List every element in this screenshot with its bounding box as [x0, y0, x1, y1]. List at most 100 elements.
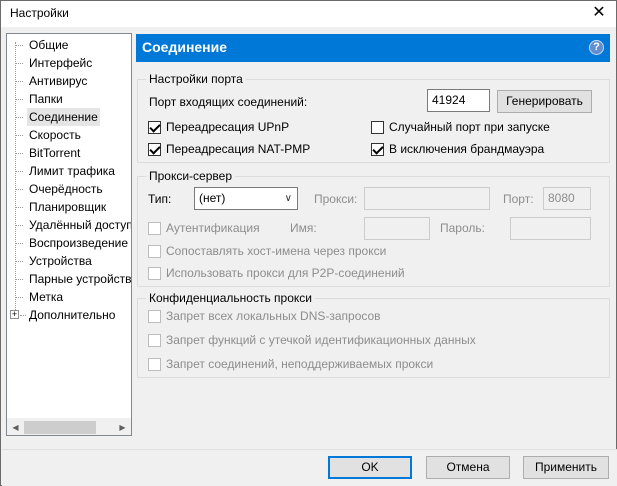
upnp-label: Переадресация UPnP	[166, 120, 290, 134]
resolve-hostnames-label: Сопоставлять хост-имена через прокси	[166, 244, 387, 258]
random-port-label: Случайный порт при запуске	[389, 120, 550, 134]
proxy-username-input[interactable]	[364, 217, 430, 240]
incoming-port-input[interactable]: 41924	[427, 89, 490, 112]
window-title: Настройки	[10, 6, 69, 20]
section-header: Соединение ?	[136, 34, 610, 62]
tree-connector	[15, 42, 16, 316]
checkbox-unchecked-icon	[148, 310, 161, 323]
proxy-username-label: Имя:	[290, 221, 317, 235]
proxy-p2p-checkbox[interactable]: Использовать прокси для P2P-соединений	[148, 266, 405, 282]
checkbox-unchecked-icon	[148, 334, 161, 347]
block-leak-checkbox[interactable]: Запрет функций с утечкой идентификационн…	[148, 333, 476, 349]
sidebar-item-label: Антивирус	[29, 74, 88, 88]
sidebar-item-label: Метка	[29, 290, 64, 304]
ok-button[interactable]: OK	[328, 456, 412, 479]
sidebar-item-label: Интерфейс	[29, 56, 93, 70]
block-dns-label: Запрет всех локальных DNS-запросов	[166, 309, 381, 323]
tree-connector	[15, 297, 23, 298]
sidebar-item-label: Парные устройства	[29, 272, 132, 286]
tree-connector	[20, 315, 26, 316]
scroll-right-icon[interactable]: ▶	[114, 419, 131, 435]
page-title: Соединение	[142, 39, 228, 55]
firewall-checkbox[interactable]: В исключения брандмауэра	[371, 142, 544, 158]
sidebar-item-label: Очерёдность	[29, 182, 103, 196]
block-dns-checkbox[interactable]: Запрет всех локальных DNS-запросов	[148, 309, 381, 325]
horizontal-scrollbar[interactable]: ◀ ▶	[7, 418, 131, 435]
settings-tree[interactable]: Общие Интерфейс Антивирус Папки Соединение Ск…	[6, 33, 132, 436]
settings-window: Настройки ✕ Общие Интерфейс Антивирус Папки…	[0, 0, 617, 486]
checkbox-unchecked-icon	[371, 121, 384, 134]
auth-checkbox[interactable]: Аутентификация	[148, 221, 260, 237]
tree-connector	[15, 153, 23, 154]
scroll-thumb[interactable]	[24, 421, 96, 434]
proxy-port-label: Порт:	[503, 192, 534, 206]
title-bar: Настройки ✕	[1, 1, 616, 27]
checkbox-checked-icon	[148, 143, 161, 156]
block-unsupported-checkbox[interactable]: Запрет соединений, неподдерживаемых прок…	[148, 357, 433, 373]
sidebar-item-label: Устройства	[29, 254, 92, 268]
random-port-checkbox[interactable]: Случайный порт при запуске	[371, 120, 550, 136]
checkbox-checked-icon	[148, 121, 161, 134]
tree-connector	[15, 189, 23, 190]
proxy-type-label: Тип:	[148, 192, 172, 206]
sidebar-item-label: Удалённый доступ	[29, 218, 132, 232]
auth-label: Аутентификация	[166, 221, 260, 235]
tree-connector	[15, 279, 23, 280]
proxy-host-label: Прокси:	[314, 192, 358, 206]
cancel-button[interactable]: Отмена	[426, 456, 510, 479]
sidebar-item-label: BitTorrent	[29, 146, 81, 160]
sidebar-item-label: Воспроизведение	[29, 236, 129, 250]
proxy-privacy-group: Конфиденциальность прокси Запрет всех ло…	[137, 291, 610, 378]
firewall-label: В исключения брандмауэра	[389, 142, 545, 156]
sidebar-item-label: Общие	[29, 38, 69, 52]
scroll-left-icon[interactable]: ◀	[7, 419, 24, 435]
group-title-privacy: Конфиденциальность прокси	[146, 291, 315, 305]
block-leak-label: Запрет функций с утечкой идентификационн…	[166, 333, 476, 347]
natpmp-label: Переадресация NAT-PMP	[166, 142, 311, 156]
tree-connector	[15, 63, 23, 64]
checkbox-unchecked-icon	[148, 358, 161, 371]
tree-connector	[15, 135, 23, 136]
sidebar-item-label: Планировщик	[29, 200, 107, 214]
sidebar-item-label: Лимит трафика	[29, 164, 115, 178]
sidebar-item-label: Папки	[29, 92, 63, 106]
upnp-checkbox[interactable]: Переадресация UPnP	[148, 120, 289, 136]
tree-connector	[15, 81, 23, 82]
incoming-port-label: Порт входящих соединений:	[149, 95, 308, 109]
natpmp-checkbox[interactable]: Переадресация NAT-PMP	[148, 142, 310, 158]
group-title-proxy: Прокси-сервер	[146, 169, 235, 183]
proxy-port-input[interactable]: 8080	[543, 187, 591, 210]
chevron-down-icon: ∨	[284, 193, 292, 204]
resolve-hostnames-checkbox[interactable]: Сопоставлять хост-имена через прокси	[148, 244, 386, 260]
proxy-host-input[interactable]	[364, 187, 490, 210]
checkbox-unchecked-icon	[148, 267, 161, 280]
help-icon[interactable]: ?	[589, 40, 604, 55]
proxy-type-value: (нет)	[199, 191, 226, 205]
sidebar-item-label: Дополнительно	[29, 308, 116, 322]
checkbox-unchecked-icon	[148, 245, 161, 258]
close-icon[interactable]: ✕	[582, 1, 616, 27]
sidebar-item-label: Скорость	[29, 128, 81, 142]
tree-connector	[15, 99, 23, 100]
proxy-group: Прокси-сервер Тип: (нет) ∨ Прокси: Порт:…	[137, 169, 610, 287]
proxy-p2p-label: Использовать прокси для P2P-соединений	[166, 266, 405, 280]
tree-connector	[15, 261, 23, 262]
tree-connector	[15, 45, 23, 46]
tree-connector	[15, 117, 23, 118]
apply-button[interactable]: Применить	[523, 456, 609, 479]
tree-connector	[15, 225, 23, 226]
proxy-password-label: Пароль:	[440, 221, 485, 235]
checkbox-checked-icon	[371, 143, 384, 156]
group-title-port: Настройки порта	[146, 72, 246, 86]
sidebar-item-label: Соединение	[27, 108, 100, 126]
proxy-password-input[interactable]	[510, 217, 591, 240]
generate-button[interactable]: Генерировать	[497, 90, 592, 113]
tree-connector	[15, 171, 23, 172]
port-settings-group: Настройки порта Порт входящих соединений…	[137, 72, 610, 163]
checkbox-unchecked-icon	[148, 222, 161, 235]
dialog-footer: OK Отмена Применить	[2, 449, 617, 486]
tree-connector	[15, 243, 23, 244]
expand-plus-icon[interactable]: +	[10, 310, 19, 319]
block-unsupported-label: Запрет соединений, неподдерживаемых прок…	[166, 357, 434, 371]
proxy-type-select[interactable]: (нет) ∨	[194, 187, 298, 210]
